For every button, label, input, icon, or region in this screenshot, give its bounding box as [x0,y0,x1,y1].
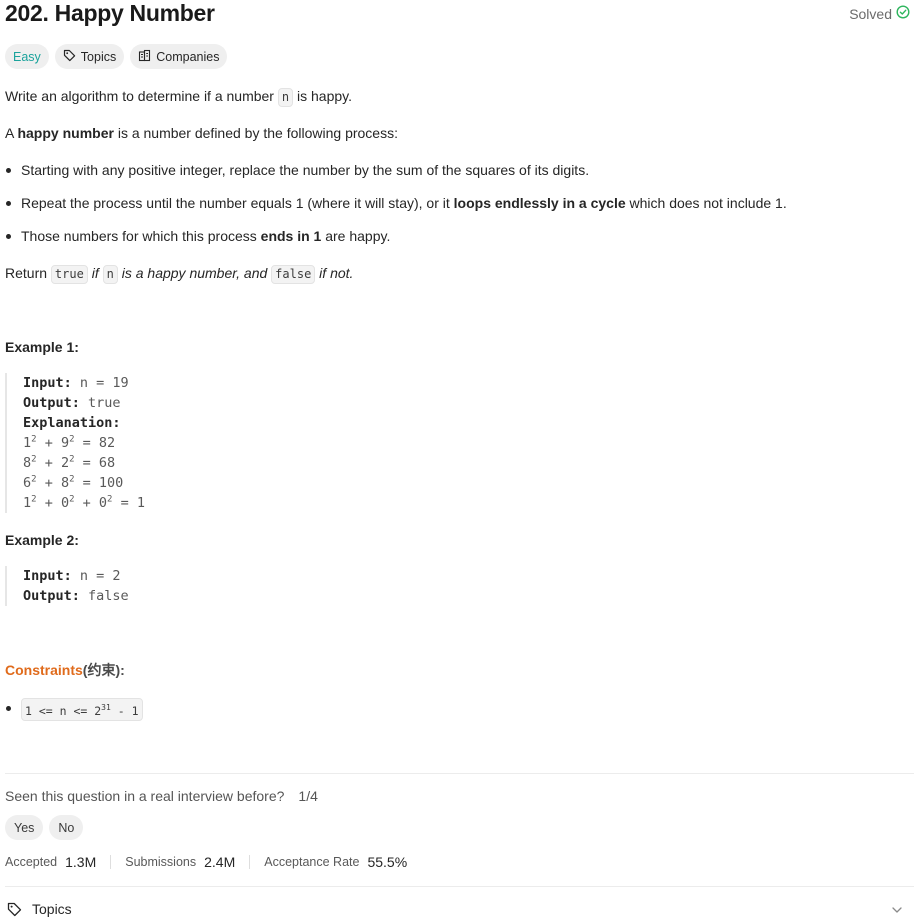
description-text: A [5,125,18,141]
inline-code: n [102,265,118,284]
example-1-heading: Example 1: [5,339,79,355]
interview-question: Seen this question in a real interview b… [5,788,318,804]
description-text: Return [5,265,51,281]
bullet-dot [6,201,11,206]
topics-tag-label: Topics [80,49,117,64]
constraint-code: 1 <= n <= 231 - 1 [21,698,143,721]
inline-code: false [271,265,316,284]
list-item-text: which does not include 1. [625,195,787,211]
title-row: 202. Happy Number Solved [5,0,914,28]
no-button[interactable]: No [49,815,84,840]
list-item-text: Starting with any positive integer, repl… [21,162,590,178]
explanation-line: 12 + 02 + 02 = 1 [23,494,145,511]
input-label: Input: [23,568,72,584]
description-text: if not. [315,265,354,281]
list-item-text: Those numbers for which this process [21,228,261,244]
input-label: Input: [23,375,72,391]
yes-button[interactable]: Yes [5,815,44,840]
inline-code: n [277,88,294,107]
topics-tag-button[interactable]: Topics [54,44,125,69]
return-statement: Return true if n is a happy number, and … [5,263,353,284]
bullet-dot [6,706,11,711]
constraint-exponent: 31 [101,703,111,712]
output-value: true [79,395,121,411]
topics-accordion[interactable]: Topics [7,901,912,917]
divider [5,886,914,887]
explanation-line: 62 + 82 = 100 [23,474,124,491]
description-text: if [87,265,103,281]
submissions-label: Submissions [125,855,197,869]
bullet-dot [6,234,11,239]
chevron-down-icon [890,903,904,918]
acceptance-rate-label: Acceptance Rate [264,855,360,869]
stats-row: Accepted 1.3M Submissions 2.4M Acceptanc… [5,854,407,870]
acceptance-rate-value: 55.5% [367,854,408,870]
list-item-text: Repeat the process until the number equa… [21,195,454,211]
output-value: false [79,588,129,604]
output-label: Output: [23,588,80,604]
problem-title: 202. Happy Number [5,0,215,26]
example-2-block: Input: n = 2 Output: false [5,566,129,606]
bullet-dot [6,168,11,173]
stat-divider [110,855,112,869]
submissions-value: 2.4M [204,854,236,870]
accepted-value: 1.3M [65,854,97,870]
explanation-label: Explanation: [23,415,121,431]
description-line-1: Write an algorithm to determine if a num… [5,86,352,107]
companies-tag-button[interactable]: Companies [130,44,228,69]
solved-label: Solved [849,5,892,22]
companies-tag-label: Companies [156,49,220,64]
input-value: n = 19 [71,375,129,391]
interview-buttons: Yes No [5,815,84,840]
description-text: is a number defined by the following pro… [113,125,398,141]
explanation-line: 12 + 92 = 82 [23,434,116,451]
inline-code: true [50,265,88,284]
difficulty-badge: Easy [5,44,49,69]
constraint-text: - 1 [110,703,139,718]
emphasis-text: ends in 1 [260,228,322,244]
example-2-heading: Example 2: [5,532,79,548]
input-value: n = 2 [71,568,121,584]
explanation-line: 82 + 22 = 68 [23,454,116,471]
divider [5,773,914,774]
description-text: is a happy number, and [117,265,272,281]
constraints-heading: Constraints(约束): [5,660,125,680]
topics-accordion-label: Topics [32,901,72,917]
building-icon [138,49,151,65]
output-label: Output: [23,395,80,411]
tag-icon [7,902,22,917]
description-line-2: A happy number is a number defined by th… [5,123,398,143]
emphasis-text: happy number [17,125,114,141]
description-text: Write an algorithm to determine if a num… [5,88,278,104]
example-1-block: Input: n = 19 Output: true Explanation: … [5,373,145,513]
tag-icon [63,49,76,65]
description-text: is happy. [293,88,352,104]
emphasis-text: loops endlessly in a cycle [453,195,626,211]
interview-question-text: Seen this question in a real interview b… [5,788,285,804]
tag-row: Easy Topics Companies [5,44,228,69]
check-circle-icon [896,5,910,22]
stat-divider [249,855,251,869]
constraint-text: 1 <= n <= 2 [25,703,102,718]
interview-count: 1/4 [298,788,318,804]
constraints-title-cn: (约束): [82,662,125,678]
solved-status: Solved [849,5,910,22]
accepted-label: Accepted [5,855,58,869]
list-item-text: are happy. [321,228,391,244]
constraints-title: Constraints [5,662,83,678]
